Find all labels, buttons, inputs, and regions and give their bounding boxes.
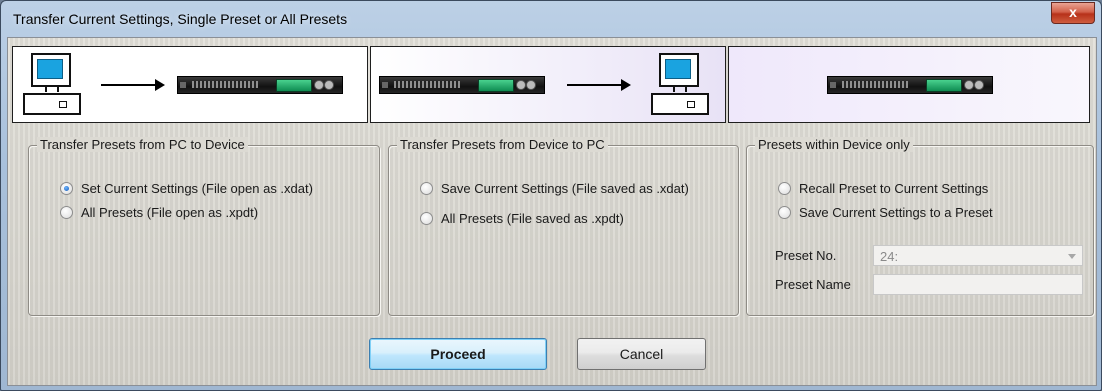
device-to-pc-illustration [370,46,726,123]
radio-label: Save Current Settings (File saved as .xd… [441,180,689,196]
radio-recall-preset[interactable]: Recall Preset to Current Settings [778,179,988,197]
radio-save-to-preset[interactable]: Save Current Settings to a Preset [778,203,993,221]
close-button[interactable]: x [1051,2,1095,24]
radio-selected-icon [60,181,73,195]
group-legend: Transfer Presets from Device to PC [397,137,608,152]
chevron-down-icon [1068,254,1076,259]
arrow-right-icon [567,79,631,91]
close-icon: x [1069,4,1077,20]
computer-icon [651,53,711,115]
radio-label: All Presets (File saved as .xpdt) [441,210,624,226]
pc-to-device-illustration [12,46,368,123]
radio-label: Save Current Settings to a Preset [799,204,993,220]
dialog-window: Transfer Current Settings, Single Preset… [0,0,1102,391]
device-to-pc-group: Transfer Presets from Device to PC Save … [388,137,739,316]
group-legend: Transfer Presets from PC to Device [37,137,248,152]
computer-icon [23,53,83,115]
title-bar[interactable]: Transfer Current Settings, Single Preset… [1,1,1101,37]
radio-label: Set Current Settings (File open as .xdat… [81,180,313,196]
group-legend: Presets within Device only [755,137,913,152]
proceed-button[interactable]: Proceed [369,338,547,370]
preset-no-label: Preset No. [775,248,837,263]
radio-unselected-icon [778,181,791,195]
dialog-body: Transfer Presets from PC to Device Set C… [7,37,1097,386]
radio-unselected-icon [778,205,791,219]
device-rack-icon [177,76,343,94]
radio-set-current-settings[interactable]: Set Current Settings (File open as .xdat… [60,179,313,197]
radio-unselected-icon [420,211,433,225]
preset-name-input[interactable] [873,274,1083,295]
window-title: Transfer Current Settings, Single Preset… [13,11,348,27]
preset-no-value: 24: [880,249,899,264]
radio-label: Recall Preset to Current Settings [799,180,989,196]
arrow-right-icon [101,79,165,91]
pc-to-device-group: Transfer Presets from PC to Device Set C… [28,137,380,316]
radio-label: All Presets (File open as .xpdt) [81,204,259,220]
device-rack-icon [379,76,545,94]
cancel-button[interactable]: Cancel [577,338,706,370]
radio-save-current-settings[interactable]: Save Current Settings (File saved as .xd… [420,179,689,197]
device-rack-icon [827,76,993,94]
device-only-illustration [728,46,1090,123]
radio-unselected-icon [60,205,73,219]
radio-all-presets-open[interactable]: All Presets (File open as .xpdt) [60,203,258,221]
preset-name-label: Preset Name [775,277,851,292]
radio-all-presets-save[interactable]: All Presets (File saved as .xpdt) [420,209,624,227]
device-only-group: Presets within Device only Recall Preset… [746,137,1094,316]
preset-no-dropdown[interactable]: 24: [873,245,1083,266]
radio-unselected-icon [420,181,433,195]
